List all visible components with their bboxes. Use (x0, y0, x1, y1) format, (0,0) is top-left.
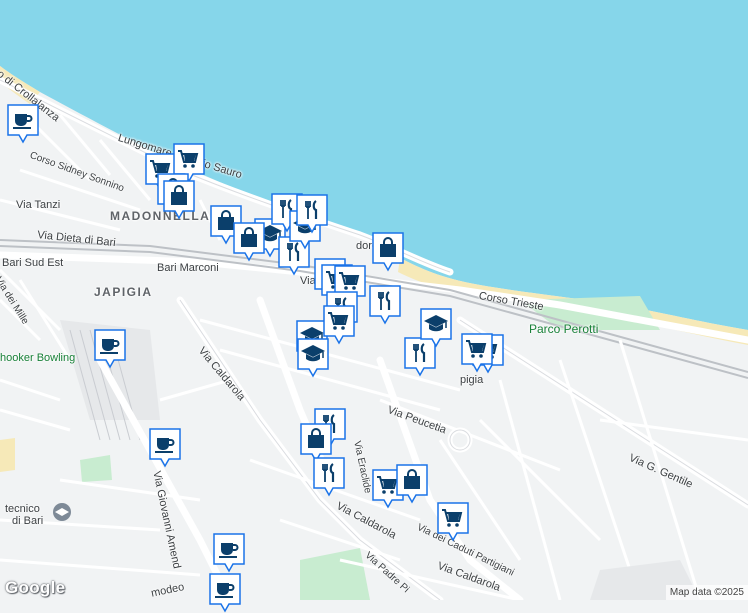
marker-shop[interactable] (372, 232, 404, 272)
marker-grocery[interactable] (437, 502, 469, 542)
marker-school[interactable] (420, 308, 452, 348)
marker-cafe[interactable] (213, 533, 245, 573)
marker-cafe[interactable] (209, 573, 241, 613)
marker-cafe[interactable] (149, 428, 181, 468)
marker-restaurant[interactable] (369, 285, 401, 325)
google-logo: Google (5, 578, 66, 597)
marker-shop[interactable] (396, 464, 428, 504)
marker-shop[interactable] (233, 222, 265, 262)
marker-restaurant[interactable] (313, 457, 345, 497)
marker-grocery[interactable] (461, 333, 493, 373)
marker-grocery[interactable] (323, 305, 355, 345)
marker-shop[interactable] (163, 180, 195, 220)
marker-cafe[interactable] (94, 329, 126, 369)
map-canvas[interactable]: o di Crollalanza Lungomare Nazario Sauro… (0, 0, 748, 613)
marker-cafe[interactable] (7, 104, 39, 144)
marker-restaurant[interactable] (296, 194, 328, 234)
map-data-credit[interactable]: Map data ©2025 (665, 585, 748, 600)
